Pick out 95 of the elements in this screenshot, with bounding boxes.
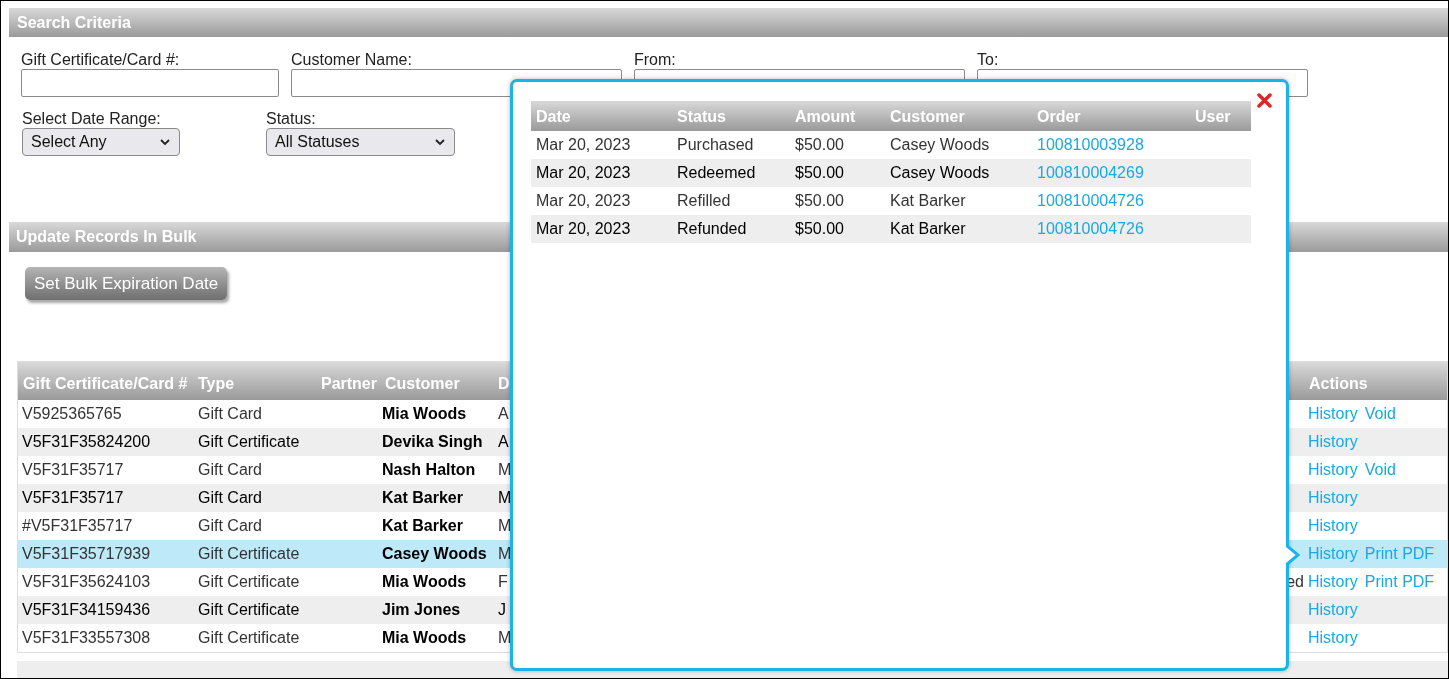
column-header: Type bbox=[198, 374, 236, 394]
table-cell-text: Casey Woods bbox=[890, 135, 991, 155]
table-cell-text: Gift Certificate bbox=[198, 544, 301, 564]
column-header: Actions bbox=[1308, 374, 1369, 394]
table-cell-text: Casey Woods bbox=[381, 544, 488, 564]
column-header: Partner bbox=[319, 374, 378, 394]
action-link[interactable]: History bbox=[1308, 430, 1358, 454]
table-cell-text: Gift Certificate bbox=[198, 600, 301, 620]
table-cell-text: Nash Halton bbox=[381, 460, 477, 480]
table-cell-text: #V5F31F35717 bbox=[21, 516, 134, 536]
table-cell-text: V5F31F35717939 bbox=[21, 544, 152, 564]
table-cell-text: $50.00 bbox=[795, 191, 845, 211]
action-link[interactable]: Void bbox=[1364, 402, 1396, 426]
table-cell-text: J bbox=[498, 600, 507, 620]
column-header: Order bbox=[1037, 107, 1082, 127]
table-cell-text: Gift Certificate bbox=[198, 432, 301, 452]
field-label: Gift Certificate/Card #: bbox=[21, 51, 181, 69]
field-label: From: bbox=[634, 51, 677, 69]
table-cell-text: Kat Barker bbox=[890, 191, 967, 211]
table-cell-text: V5F31F35624103 bbox=[21, 572, 152, 592]
table-cell-text: Mia Woods bbox=[381, 404, 468, 424]
table-cell-text: Mar 20, 2023 bbox=[536, 135, 632, 155]
action-link[interactable]: Void bbox=[1364, 458, 1396, 482]
chevron-down-icon bbox=[159, 138, 171, 146]
table-cell-text: Mia Woods bbox=[381, 628, 468, 648]
table-cell-text: F bbox=[498, 572, 509, 592]
table-cell-text: Redeemed bbox=[677, 163, 757, 183]
set-expiration-button[interactable]: Set Bulk Expiration Date bbox=[25, 267, 228, 300]
section-header: Search Criteria bbox=[9, 8, 1448, 37]
table-cell-text: Gift Card bbox=[198, 488, 263, 508]
table-cell-text: M bbox=[498, 488, 512, 508]
table-cell-text: Gift Certificate bbox=[198, 628, 301, 648]
action-link[interactable]: History bbox=[1308, 542, 1358, 566]
table-cell-text: Mar 20, 2023 bbox=[536, 219, 632, 239]
column-header: Customer bbox=[890, 107, 966, 127]
table-cell-text: Kat Barker bbox=[381, 488, 464, 508]
dropdown[interactable]: Select Any bbox=[22, 128, 180, 156]
action-link[interactable]: History bbox=[1308, 626, 1358, 650]
table-cell-text: $50.00 bbox=[795, 219, 845, 239]
table-cell-text: Mar 20, 2023 bbox=[536, 163, 632, 183]
field-label: Customer Name: bbox=[291, 51, 413, 69]
field-label: Status: bbox=[266, 110, 317, 128]
table-cell-text: V5F31F35717 bbox=[21, 488, 125, 508]
close-icon[interactable] bbox=[1257, 93, 1272, 108]
table-cell-text: V5F31F35824200 bbox=[21, 432, 152, 452]
column-header: Amount bbox=[795, 107, 857, 127]
table-cell-text: $50.00 bbox=[795, 135, 845, 155]
table-cell-text: M bbox=[498, 628, 512, 648]
table-cell-text: Gift Card bbox=[198, 460, 263, 480]
table-cell-text: Devika Singh bbox=[381, 432, 484, 452]
action-link[interactable]: History bbox=[1308, 514, 1358, 538]
table-cell-text: Purchased bbox=[677, 135, 755, 155]
table-cell-text: Refilled bbox=[677, 191, 732, 211]
table-cell-text: Gift Card bbox=[198, 516, 263, 536]
order-link[interactable]: 100810004269 bbox=[1037, 164, 1144, 181]
order-link[interactable]: 100810003928 bbox=[1037, 136, 1144, 153]
action-link[interactable]: History bbox=[1308, 458, 1358, 482]
table-cell-text: V5F31F33557308 bbox=[21, 628, 152, 648]
table-cell-text: V5F31F34159436 bbox=[21, 600, 152, 620]
action-link[interactable]: History bbox=[1308, 402, 1358, 426]
action-link[interactable]: History bbox=[1308, 570, 1358, 594]
table-cell-text: Casey Woods bbox=[890, 163, 991, 183]
table-cell-text: Mar 20, 2023 bbox=[536, 191, 632, 211]
table-cell-text: Jim Jones bbox=[381, 600, 462, 620]
table-cell-text: M bbox=[498, 544, 512, 564]
text-field[interactable] bbox=[21, 69, 279, 97]
table-cell-text: M bbox=[498, 460, 512, 480]
column-header: Customer bbox=[384, 374, 461, 394]
table-cell-text: A bbox=[498, 432, 510, 452]
field-label: Select Date Range: bbox=[22, 110, 162, 128]
table-cell-text: V5925365765 bbox=[21, 404, 123, 424]
table-cell-text: A bbox=[498, 404, 510, 424]
table-cell-text: Refunded bbox=[677, 219, 748, 239]
dropdown[interactable]: All Statuses bbox=[266, 128, 455, 156]
action-link[interactable]: History bbox=[1308, 486, 1358, 510]
table-cell-text: $50.00 bbox=[795, 163, 845, 183]
column-header: Gift Certificate/Card # bbox=[22, 374, 189, 394]
action-link[interactable]: Print PDF bbox=[1364, 570, 1435, 594]
table-cell-text: V5F31F35717 bbox=[21, 460, 125, 480]
table-cell-text: Kat Barker bbox=[890, 219, 967, 239]
order-link[interactable]: 100810004726 bbox=[1037, 192, 1144, 209]
action-link[interactable]: Print PDF bbox=[1364, 542, 1435, 566]
table-cell-text: Mia Woods bbox=[381, 572, 468, 592]
column-header: Date bbox=[536, 107, 572, 127]
action-link[interactable]: History bbox=[1308, 598, 1358, 622]
table-cell-text: Gift Card bbox=[198, 404, 263, 424]
table-cell-text: Gift Certificate bbox=[198, 572, 301, 592]
field-label: To: bbox=[977, 51, 1000, 69]
table-cell-text: Kat Barker bbox=[381, 516, 464, 536]
order-link[interactable]: 100810004726 bbox=[1037, 220, 1144, 237]
chevron-down-icon bbox=[434, 138, 446, 146]
column-header: User bbox=[1195, 107, 1232, 127]
column-header: D bbox=[498, 374, 511, 394]
column-header: Status bbox=[677, 107, 727, 127]
table-cell-text: M bbox=[498, 516, 512, 536]
